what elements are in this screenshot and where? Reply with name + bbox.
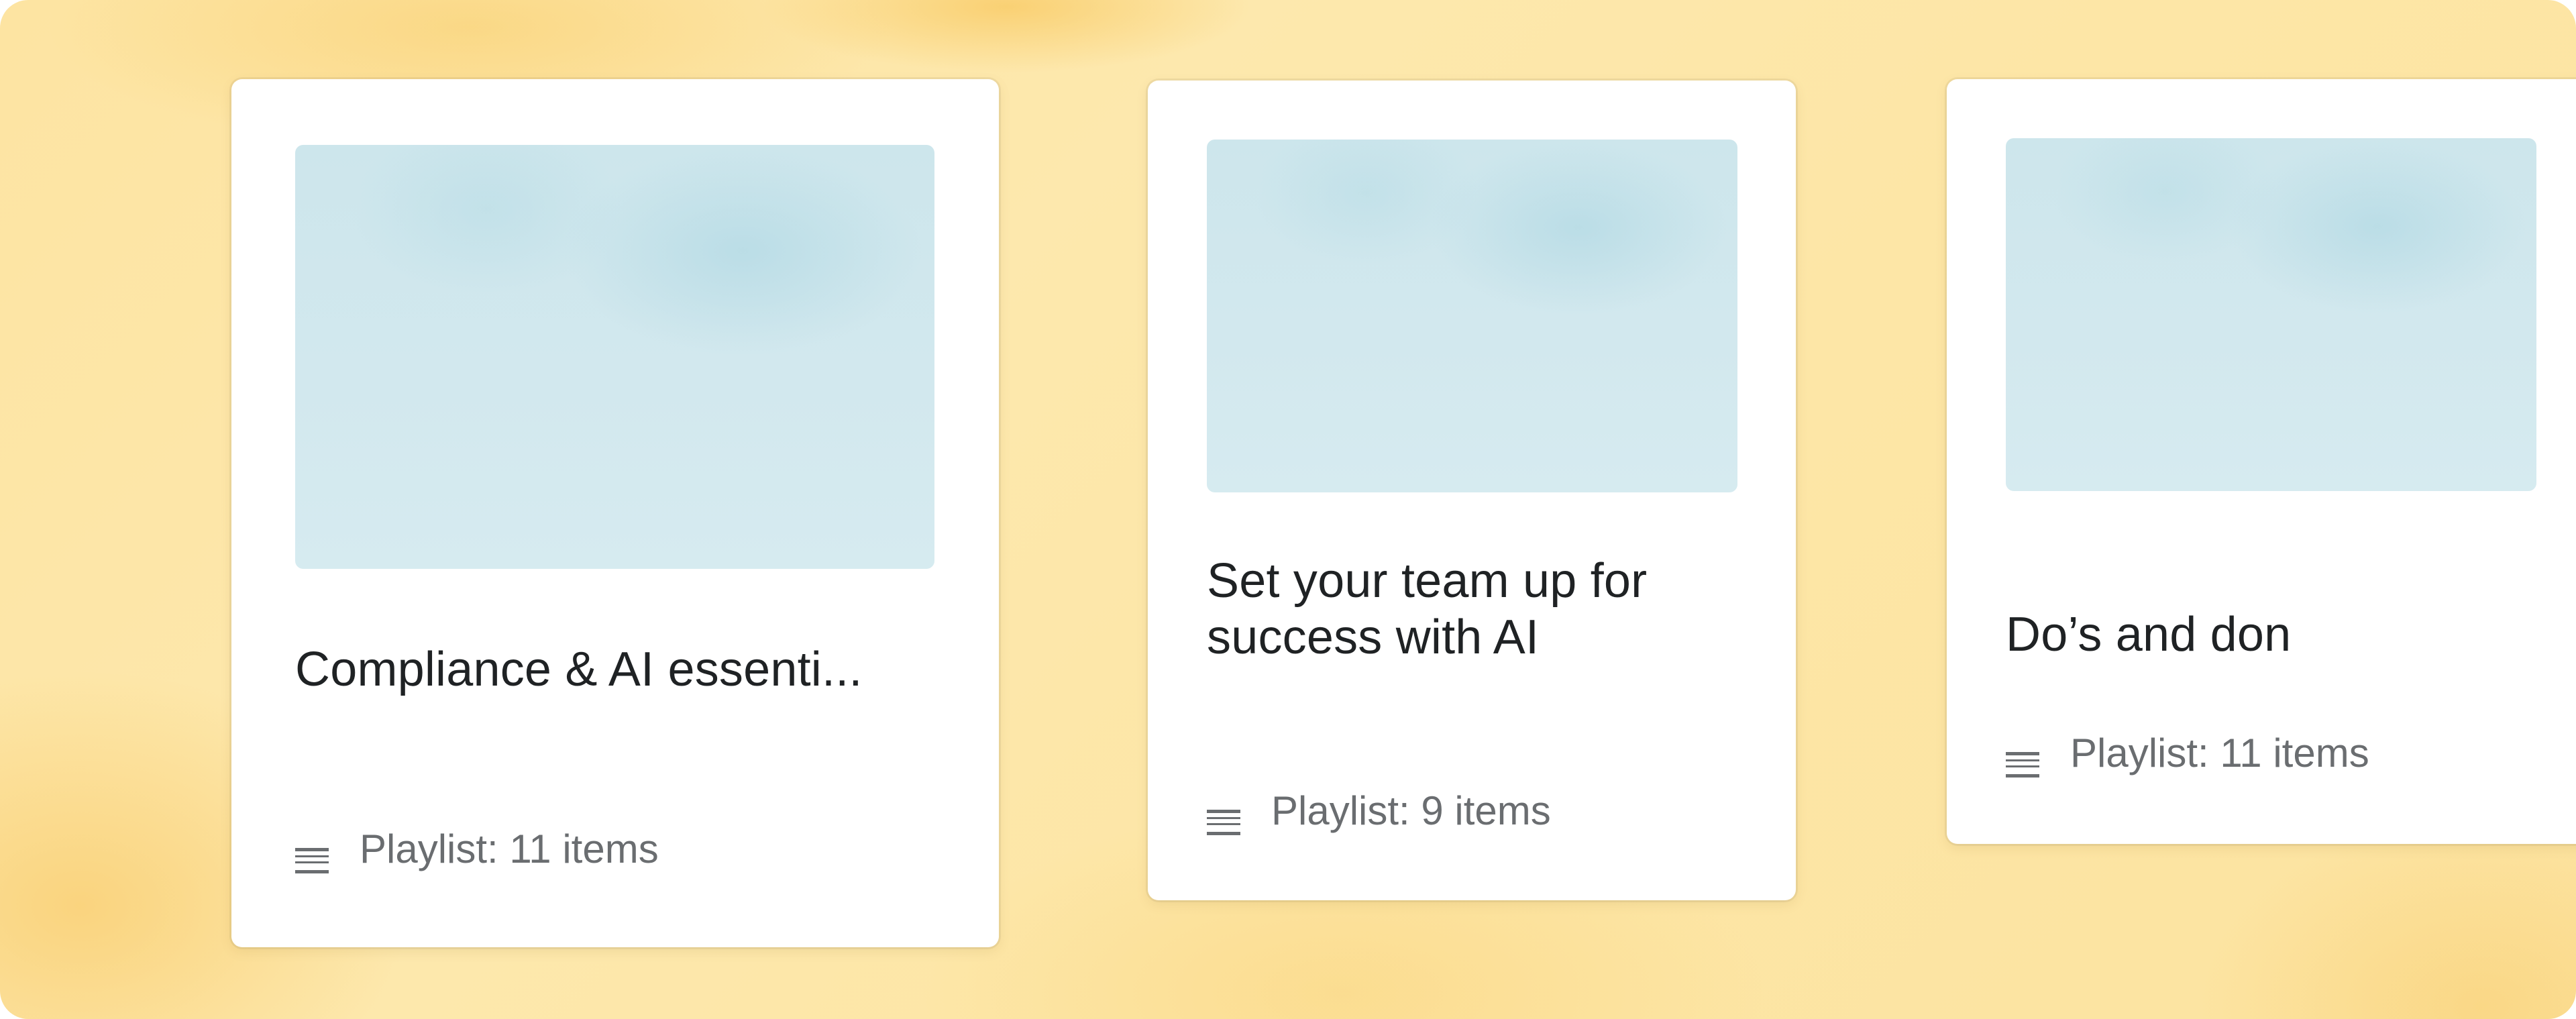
- playlist-title[interactable]: Set your team up for success with AI: [1207, 553, 1737, 665]
- playlist-icon: [295, 837, 329, 873]
- playlist-title[interactable]: Compliance & AI essenti...: [295, 641, 934, 698]
- playlist-card[interactable]: Set your team up for success with AI Pla…: [1148, 81, 1796, 900]
- playlist-carousel: Compliance & AI essenti... Playlist: 11 …: [0, 0, 2576, 1019]
- playlist-thumbnail[interactable]: [1207, 140, 1737, 492]
- playlist-meta: Playlist: 11 items: [2006, 730, 2369, 777]
- playlist-thumbnail[interactable]: [295, 145, 934, 569]
- playlist-thumbnail[interactable]: [2006, 138, 2536, 491]
- playlist-count-label: Playlist: 11 items: [2070, 731, 2369, 775]
- playlist-card[interactable]: Compliance & AI essenti... Playlist: 11 …: [231, 79, 999, 947]
- playlist-icon: [1207, 798, 1240, 835]
- playlist-meta: Playlist: 9 items: [1207, 788, 1551, 835]
- playlist-icon: [2006, 741, 2039, 777]
- playlist-count-label: Playlist: 9 items: [1271, 788, 1551, 833]
- playlist-card[interactable]: Do’s and don Playlist: 11 items: [1947, 79, 2576, 844]
- playlist-title[interactable]: Do’s and don: [2006, 606, 2536, 663]
- playlist-count-label: Playlist: 11 items: [360, 826, 659, 871]
- playlist-meta: Playlist: 11 items: [295, 826, 659, 873]
